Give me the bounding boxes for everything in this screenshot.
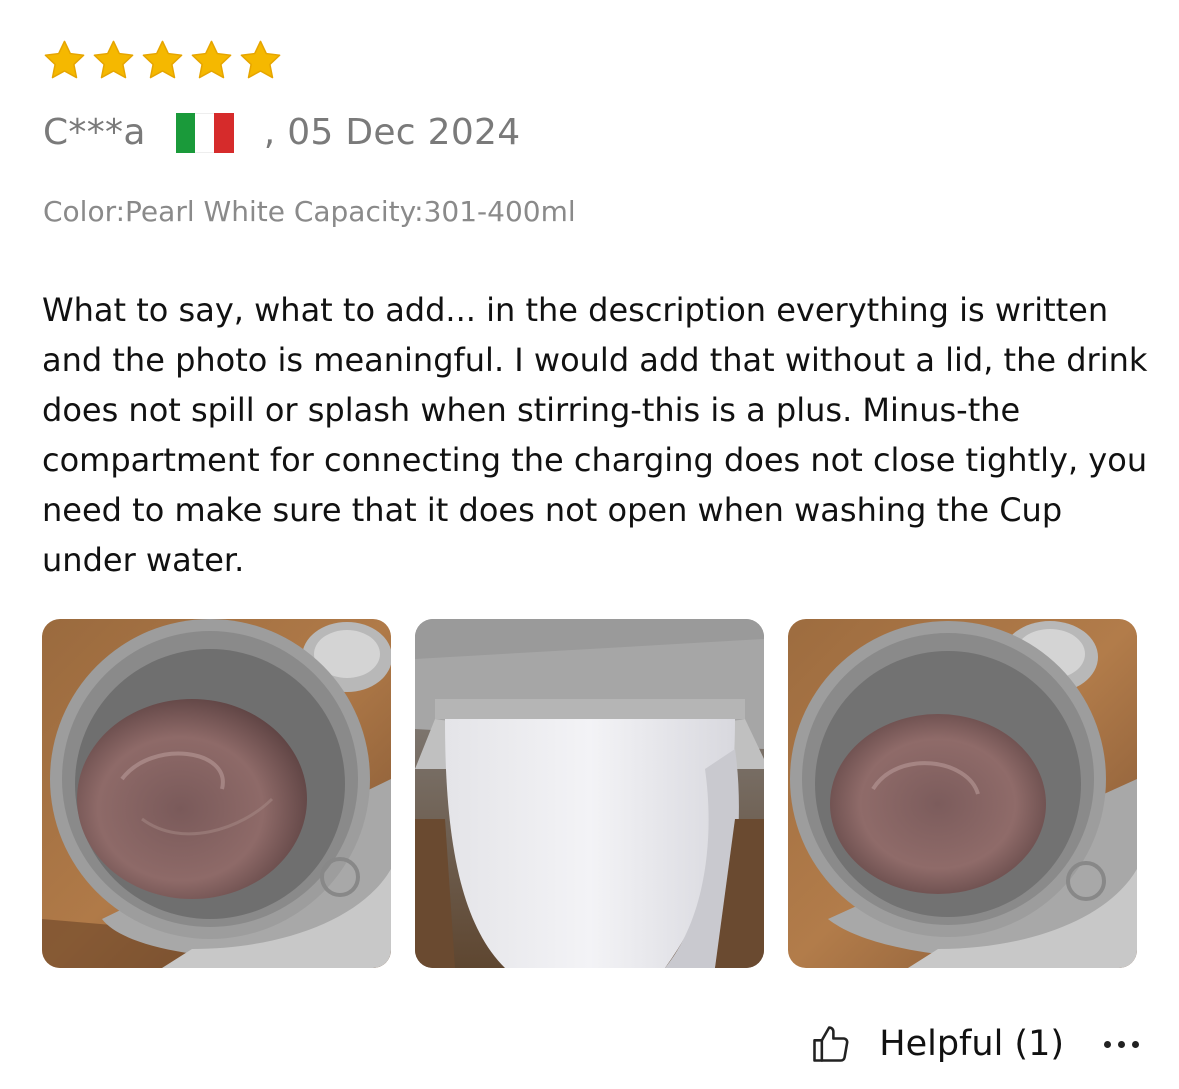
- helpful-label: Helpful (1): [879, 1024, 1064, 1064]
- star-icon: [91, 38, 136, 83]
- star-icon: [42, 38, 87, 83]
- helpful-button[interactable]: Helpful (1): [809, 1022, 1064, 1066]
- purchased-variant: Color:Pearl White Capacity:301-400ml: [43, 195, 576, 228]
- more-options-icon[interactable]: [1104, 1040, 1139, 1048]
- thumbs-up-icon: [809, 1022, 853, 1066]
- review-card: C***a , 05 Dec 2024 Color:Pearl White Ca…: [0, 0, 1179, 1089]
- review-photo-3[interactable]: [788, 619, 1137, 968]
- review-meta: C***a , 05 Dec 2024: [43, 112, 520, 153]
- review-photos: [42, 619, 1137, 968]
- review-footer: Helpful (1): [809, 1022, 1139, 1066]
- star-rating: [42, 38, 283, 83]
- review-date: , 05 Dec 2024: [263, 112, 521, 153]
- italy-flag-icon: [175, 112, 234, 153]
- review-photo-2[interactable]: [415, 619, 764, 968]
- reviewer-name: C***a: [43, 112, 146, 153]
- star-icon: [189, 38, 234, 83]
- star-icon: [238, 38, 283, 83]
- star-icon: [140, 38, 185, 83]
- review-text: What to say, what to add... in the descr…: [42, 291, 1148, 579]
- review-photo-1[interactable]: [42, 619, 391, 968]
